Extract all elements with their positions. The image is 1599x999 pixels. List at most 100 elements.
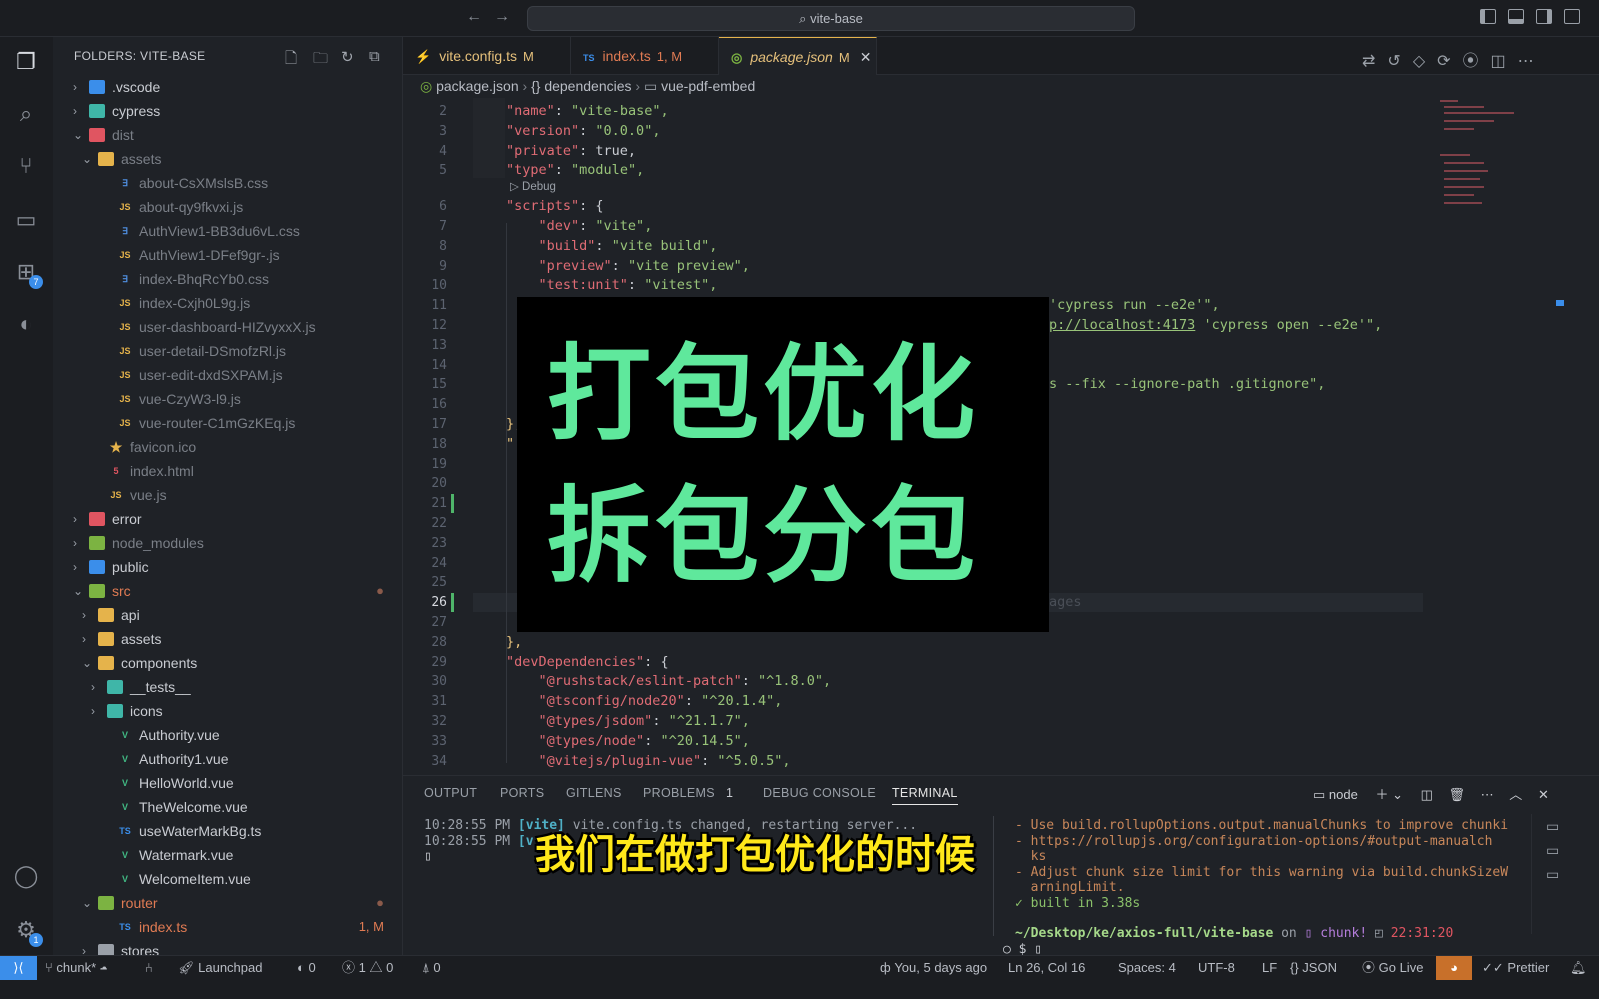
problems-status[interactable]: ⓧ 1 △ 0	[342, 956, 393, 980]
settings-gear-icon[interactable]: ⚙ 1	[13, 917, 43, 947]
git-graph-icon[interactable]: ⑃	[145, 956, 153, 980]
more-actions-icon[interactable]: ⋯	[1518, 53, 1546, 70]
panel-tab-problems[interactable]: PROBLEMS	[643, 786, 715, 800]
tree-item-folder[interactable]: › cypress	[53, 99, 402, 123]
git-blame-status[interactable]: ф You, 5 days ago	[880, 956, 987, 980]
broadcast-status[interactable]: ⍋ 0	[422, 956, 441, 980]
revert-icon[interactable]: ↺	[1387, 53, 1412, 70]
tree-item-js[interactable]: JS user-edit-dxdSXPAM.js	[53, 363, 402, 387]
ports-status[interactable]: ◐ 0	[297, 956, 316, 980]
command-center-search[interactable]: ⌕ vite-base	[527, 6, 1135, 31]
tree-item-folder[interactable]: › __tests__	[53, 675, 402, 699]
chevron-down-icon[interactable]: ⌄	[82, 147, 92, 171]
tree-item-folder[interactable]: › .vscode	[53, 75, 402, 99]
tree-item-js[interactable]: JS vue.js	[53, 483, 402, 507]
terminal-dropdown-icon[interactable]: ⌄	[1388, 787, 1403, 802]
chevron-right-icon[interactable]: ›	[82, 627, 86, 651]
collapse-all-icon[interactable]: ⧉	[369, 48, 380, 65]
tree-item-vue[interactable]: V HelloWorld.vue	[53, 771, 402, 795]
breadcrumb-dependencies[interactable]: {} dependencies	[531, 78, 631, 94]
panel-tab-ports[interactable]: PORTS	[500, 786, 544, 800]
maximize-panel-icon[interactable]: ︿	[1509, 787, 1522, 802]
chevron-right-icon[interactable]: ›	[73, 75, 77, 99]
launchpad-status[interactable]: 🚀︎ Launchpad	[178, 956, 262, 980]
tree-item-star[interactable]: ★ favicon.ico	[53, 435, 402, 459]
refresh-icon[interactable]: ↻	[341, 48, 354, 66]
toggle-secondary-sidebar-icon[interactable]	[1536, 9, 1552, 24]
tree-item-vue[interactable]: V Authority.vue	[53, 723, 402, 747]
tree-item-js[interactable]: JS vue-CzyW3-l9.js	[53, 387, 402, 411]
go-live-button[interactable]: ⦿ Go Live	[1362, 956, 1423, 980]
chevron-right-icon[interactable]: ›	[73, 99, 77, 123]
terminal-right[interactable]: - Use build.rollupOptions.output.manualC…	[1003, 818, 1508, 957]
new-file-icon[interactable]: 🗋	[285, 48, 297, 73]
back-arrow-icon[interactable]: ←	[466, 8, 482, 26]
panel-tab-gitlens[interactable]: GITLENS	[566, 786, 622, 800]
extensions-icon[interactable]: ⊞ 7	[13, 259, 43, 289]
chevron-right-icon[interactable]: ›	[91, 675, 95, 699]
tab-vite-config-ts[interactable]: ⚡ vite.config.ts M	[403, 37, 571, 75]
terminal-list-item-icon[interactable]: ▭	[1546, 838, 1591, 862]
close-tab-icon[interactable]: ✕	[860, 49, 872, 65]
tree-item-vue[interactable]: V Authority1.vue	[53, 747, 402, 771]
notifications-bell-icon[interactable]: 🔔︎	[1570, 956, 1587, 980]
cursor-position[interactable]: Ln 26, Col 16	[1008, 956, 1085, 980]
terminal-name[interactable]: node	[1329, 787, 1358, 802]
source-control-icon[interactable]: ⑂	[13, 153, 39, 179]
tab-package-json[interactable]: ◎ package.json M ✕	[719, 37, 877, 75]
breadcrumb-file[interactable]: package.json	[436, 78, 519, 94]
toggle-panel-icon[interactable]	[1508, 9, 1524, 24]
close-panel-icon[interactable]: ✕	[1538, 787, 1549, 802]
tree-item-css[interactable]: ∃ index-BhqRcYb0.css	[53, 267, 402, 291]
next-change-icon[interactable]: ⟳	[1437, 53, 1462, 70]
tree-item-js[interactable]: JS AuthView1-DFef9gr-.js	[53, 243, 402, 267]
tree-item-vue[interactable]: V WelcomeItem.vue	[53, 867, 402, 891]
tree-item-vue[interactable]: V Watermark.vue	[53, 843, 402, 867]
tree-item-js[interactable]: JS vue-router-C1mGzKEq.js	[53, 411, 402, 435]
explorer-icon[interactable]: ❐	[13, 49, 39, 75]
copilot-icon[interactable]: ◕	[1436, 956, 1472, 980]
prettier-status[interactable]: ✓✓ Prettier	[1482, 956, 1549, 980]
eol-status[interactable]: LF	[1262, 956, 1277, 980]
tree-item-js[interactable]: JS user-detail-DSmofzRl.js	[53, 339, 402, 363]
forward-arrow-icon[interactable]: →	[494, 8, 510, 26]
gitlens-action-icon[interactable]: ⦿	[1463, 53, 1491, 70]
tree-item-folder[interactable]: › public	[53, 555, 402, 579]
language-status[interactable]: {} JSON	[1290, 956, 1337, 980]
customize-layout-icon[interactable]	[1564, 9, 1580, 24]
branch-status[interactable]: ⑂ chunk* ☁	[45, 956, 108, 980]
tree-item-folder[interactable]: ⌄ components	[53, 651, 402, 675]
tree-item-js[interactable]: JS index-Cxjh0L9g.js	[53, 291, 402, 315]
tree-item-folder[interactable]: › icons	[53, 699, 402, 723]
terminal-list-item-icon[interactable]: ▭	[1546, 814, 1591, 838]
chevron-down-icon[interactable]: ⌄	[73, 123, 83, 147]
breadcrumb-vue-pdf-embed[interactable]: vue-pdf-embed	[661, 78, 755, 94]
compare-icon[interactable]: ⇄	[1362, 53, 1387, 70]
search-icon[interactable]: ⌕	[13, 101, 39, 127]
chevron-right-icon[interactable]: ›	[73, 507, 77, 531]
prev-change-icon[interactable]: ◇	[1413, 53, 1437, 70]
kill-terminal-icon[interactable]: 🗑	[1449, 787, 1466, 802]
tree-item-folder[interactable]: ⌄ dist	[53, 123, 402, 147]
indentation-status[interactable]: Spaces: 4	[1118, 956, 1176, 980]
new-folder-icon[interactable]: 🗀	[313, 48, 328, 73]
codelens-debug[interactable]: ▷ Debug	[510, 179, 556, 193]
chevron-down-icon[interactable]: ⌄	[73, 579, 83, 603]
encoding-status[interactable]: UTF-8	[1198, 956, 1235, 980]
chevron-down-icon[interactable]: ⌄	[82, 891, 92, 915]
tree-item-css[interactable]: ∃ about-CsXMslsB.css	[53, 171, 402, 195]
chevron-right-icon[interactable]: ›	[73, 531, 77, 555]
tree-item-ts[interactable]: TS useWaterMarkBg.ts	[53, 819, 402, 843]
chevron-right-icon[interactable]: ›	[73, 555, 77, 579]
split-editor-icon[interactable]: ◫	[1491, 53, 1518, 70]
chevron-right-icon[interactable]: ›	[91, 699, 95, 723]
tree-item-folder[interactable]: › assets	[53, 627, 402, 651]
new-terminal-icon[interactable]: ＋	[1375, 787, 1388, 802]
panel-tab-debug-console[interactable]: DEBUG CONSOLE	[763, 786, 876, 800]
chevron-right-icon[interactable]: ›	[82, 603, 86, 627]
tree-item-html[interactable]: 5 index.html	[53, 459, 402, 483]
tab-index-ts[interactable]: TS index.ts 1, M	[571, 37, 719, 75]
tree-item-folder[interactable]: ⌄ src ●	[53, 579, 402, 603]
terminal-list-item-icon[interactable]: ▭	[1546, 862, 1591, 886]
chevron-down-icon[interactable]: ⌄	[82, 651, 92, 675]
